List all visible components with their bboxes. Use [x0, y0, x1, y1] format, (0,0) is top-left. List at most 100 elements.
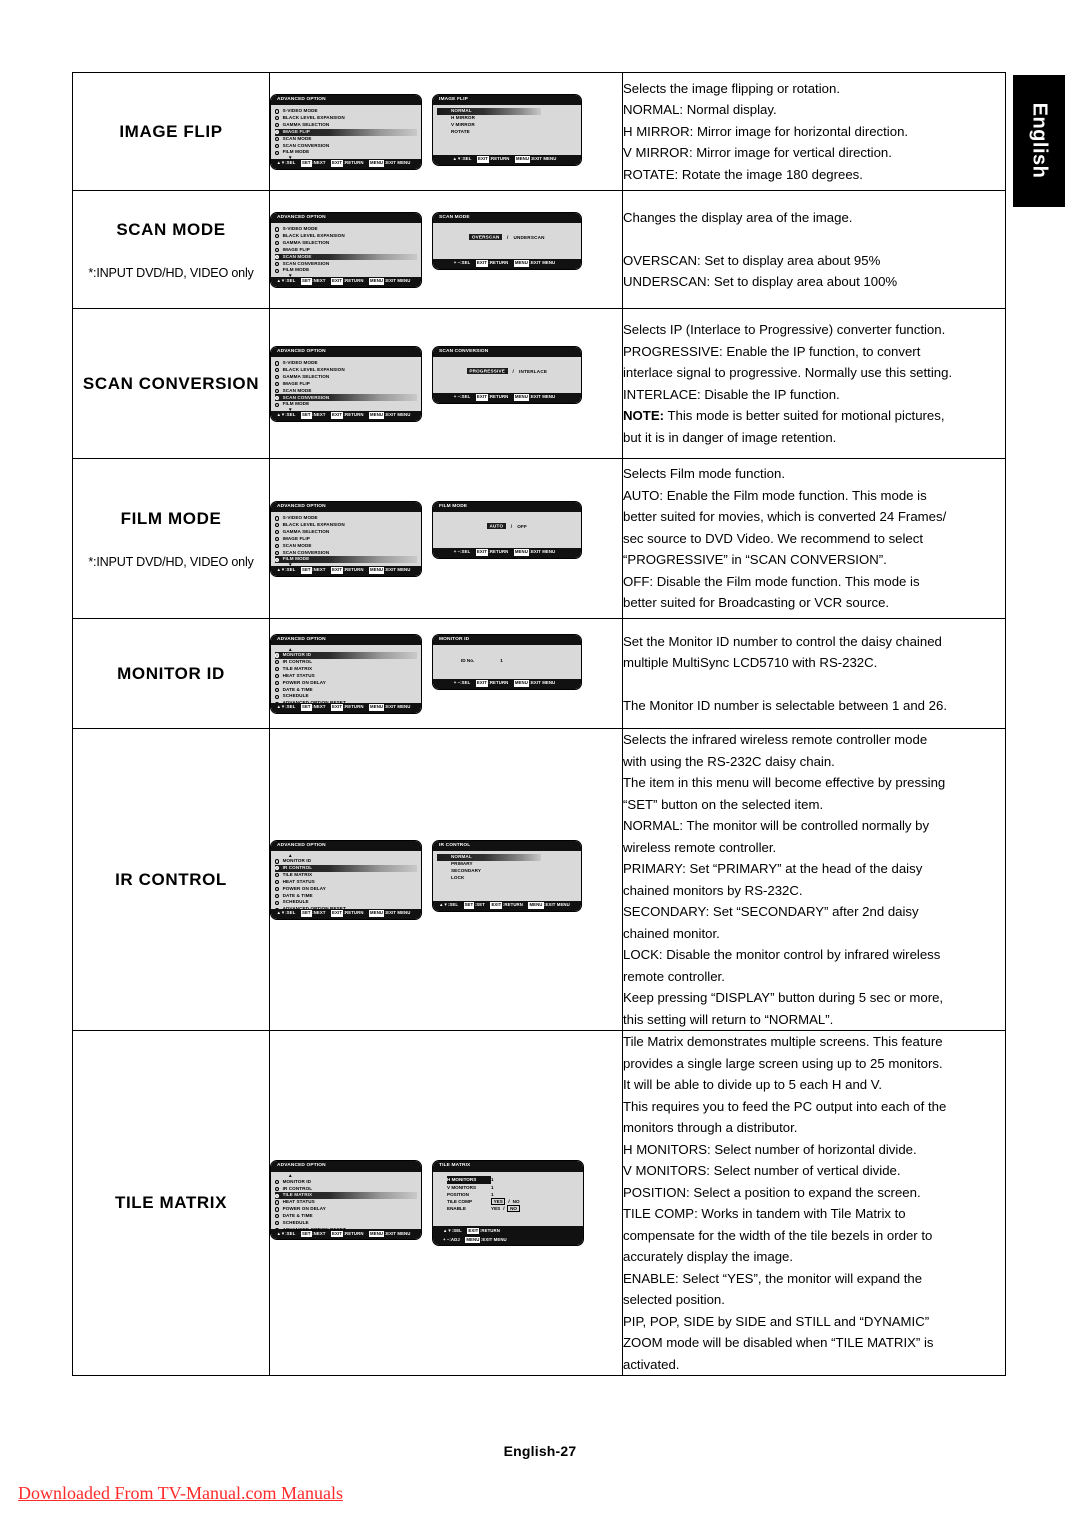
- menu-item-image-flip[interactable]: IMAGE FLIP: [275, 128, 417, 136]
- submenu-option-primary[interactable]: PRIMARY: [437, 861, 577, 868]
- menu-item-black-level-expansion[interactable]: BLACK LEVEL EXPANSION: [275, 233, 417, 240]
- tile-row-v-monitors[interactable]: V MONITORS 1: [447, 1184, 579, 1191]
- choice-option-progressive[interactable]: PROGRESSIVE: [466, 368, 508, 375]
- submenu-film-mode[interactable]: FILM MODE AUTO / OFF + –:SEL EXIT:RETURN MENU:…: [432, 500, 582, 559]
- function-title: SCAN MODE: [116, 219, 226, 239]
- menu-item-label: POWER ON DELAY: [282, 679, 326, 685]
- osd-footer: + –:ADJ MENU:EXIT MENU: [433, 1235, 583, 1245]
- menu-item-image-flip[interactable]: IMAGE FLIP: [275, 247, 417, 254]
- choice-option-underscan[interactable]: UNDERSCAN: [513, 235, 544, 240]
- menu-item-image-flip[interactable]: IMAGE FLIP: [275, 381, 417, 388]
- menu-item-monitor-id[interactable]: MONITOR ID: [275, 1178, 417, 1185]
- menu-item-scan-conversion[interactable]: SCAN CONVERSION: [275, 260, 417, 267]
- menu-item-power-on-delay[interactable]: POWER ON DELAY: [275, 1206, 417, 1213]
- menu-item-heat-status[interactable]: HEAT STATUS: [275, 1199, 417, 1206]
- menu-item-film-mode[interactable]: FILM MODE: [275, 556, 417, 564]
- menu-item-ir-control[interactable]: IR CONTROL: [275, 1185, 417, 1192]
- tile-option-no[interactable]: NO: [513, 1198, 520, 1205]
- menu-item-tile-matrix[interactable]: TILE MATRIX: [275, 1192, 417, 1200]
- submenu-scan-mode[interactable]: SCAN MODE OVERSCAN / UNDERSCAN + –:SEL EXIT:R…: [432, 211, 582, 270]
- submenu-option-v-mirror[interactable]: V MIRROR: [437, 122, 577, 129]
- menu-item-scan-mode[interactable]: SCAN MODE: [275, 253, 417, 261]
- submenu-tile-matrix[interactable]: TILE MATRIX H MONITORS 1 V MONITORS 1 POSITIO…: [432, 1160, 584, 1246]
- radio-icon: [275, 123, 280, 128]
- tile-option-yes[interactable]: YES: [491, 1205, 500, 1212]
- submenu-monitor-id[interactable]: MONITOR ID ID No. 1 + –:SEL EXIT:RETURN MENU:…: [432, 633, 582, 690]
- menu-item-gamma-selection[interactable]: GAMMA SELECTION: [275, 122, 417, 129]
- menu-item-black-level-expansion[interactable]: BLACK LEVEL EXPANSION: [275, 522, 417, 529]
- submenu-option-rotate[interactable]: ROTATE: [437, 129, 577, 136]
- monitor-id-label: ID No.: [461, 657, 475, 663]
- menu-item-film-mode[interactable]: FILM MODE: [275, 149, 417, 156]
- menu-item-schedule[interactable]: SCHEDULE: [275, 899, 417, 906]
- osd-key-glyph: MENU: [513, 680, 529, 687]
- menu-item-heat-status[interactable]: HEAT STATUS: [275, 673, 417, 680]
- menu-item-s-video-mode[interactable]: S-VIDEO MODE: [275, 360, 417, 367]
- tile-row-h-monitors[interactable]: H MONITORS 1: [447, 1176, 579, 1184]
- advanced-option-menu[interactable]: ADVANCED OPTION S-VIDEO MODE BLACK LEVEL E…: [270, 345, 422, 422]
- menu-item-tile-matrix[interactable]: TILE MATRIX: [275, 666, 417, 673]
- menu-item-ir-control[interactable]: IR CONTROL: [275, 659, 417, 666]
- menu-item-scan-mode[interactable]: SCAN MODE: [275, 388, 417, 395]
- menu-item-scan-mode[interactable]: SCAN MODE: [275, 543, 417, 550]
- tile-row-tile-comp[interactable]: TILE COMP YES / NO: [447, 1197, 579, 1205]
- menu-item-gamma-selection[interactable]: GAMMA SELECTION: [275, 374, 417, 381]
- osd-body: S-VIDEO MODE BLACK LEVEL EXPANSION GAMMA S…: [271, 105, 421, 162]
- menu-item-film-mode[interactable]: FILM MODE: [275, 401, 417, 408]
- osd-pair: ADVANCED OPTION S-VIDEO MODE BLACK LEVEL E…: [270, 93, 622, 170]
- menu-item-ir-control[interactable]: IR CONTROL: [275, 864, 417, 872]
- menu-item-gamma-selection[interactable]: GAMMA SELECTION: [275, 529, 417, 536]
- menu-item-black-level-expansion[interactable]: BLACK LEVEL EXPANSION: [275, 367, 417, 374]
- tile-option-no[interactable]: NO: [507, 1204, 520, 1212]
- description-line: sec source to DVD Video. We recommend to…: [623, 530, 924, 546]
- menu-item-s-video-mode[interactable]: S-VIDEO MODE: [275, 108, 417, 115]
- menu-item-date-time[interactable]: DATE & TIME: [275, 1213, 417, 1220]
- monitor-id-row[interactable]: ID No. 1: [437, 648, 577, 665]
- menu-item-scan-conversion[interactable]: SCAN CONVERSION: [275, 394, 417, 402]
- menu-item-s-video-mode[interactable]: S-VIDEO MODE: [275, 226, 417, 233]
- menu-item-scan-mode[interactable]: SCAN MODE: [275, 136, 417, 143]
- choice-option-auto[interactable]: AUTO: [486, 523, 506, 530]
- submenu-option-h-mirror[interactable]: H MIRROR: [437, 115, 577, 122]
- menu-item-black-level-expansion[interactable]: BLACK LEVEL EXPANSION: [275, 115, 417, 122]
- advanced-option-menu[interactable]: ADVANCED OPTION S-VIDEO MODE BLACK LEVEL E…: [270, 500, 422, 577]
- menu-item-label: HEAT STATUS: [282, 1199, 315, 1205]
- submenu-image-flip[interactable]: IMAGE FLIP NORMAL H MIRROR V MIRROR ROTATE ▲▼…: [432, 93, 582, 166]
- osd-key-glyph: SET: [300, 412, 312, 419]
- advanced-option-menu[interactable]: ADVANCED OPTION ▴ MONITOR ID IR CONTROL TILE…: [270, 633, 422, 714]
- menu-item-power-on-delay[interactable]: POWER ON DELAY: [275, 680, 417, 687]
- menu-item-gamma-selection[interactable]: GAMMA SELECTION: [275, 240, 417, 247]
- menu-item-monitor-id[interactable]: MONITOR ID: [275, 858, 417, 865]
- advanced-option-menu[interactable]: ADVANCED OPTION ▴ MONITOR ID IR CONTROL TILE…: [270, 839, 422, 920]
- menu-item-schedule[interactable]: SCHEDULE: [275, 693, 417, 700]
- submenu-option-normal[interactable]: NORMAL: [437, 853, 541, 861]
- menu-item-tile-matrix[interactable]: TILE MATRIX: [275, 872, 417, 879]
- menu-item-date-time[interactable]: DATE & TIME: [275, 686, 417, 693]
- menu-item-scan-conversion[interactable]: SCAN CONVERSION: [275, 549, 417, 556]
- menu-item-scan-conversion[interactable]: SCAN CONVERSION: [275, 142, 417, 149]
- advanced-option-menu[interactable]: ADVANCED OPTION S-VIDEO MODE BLACK LEVEL E…: [270, 93, 422, 170]
- menu-item-date-time[interactable]: DATE & TIME: [275, 892, 417, 899]
- submenu-option-lock[interactable]: LOCK: [437, 875, 577, 882]
- tile-row-enable[interactable]: ENABLE YES / NO: [447, 1204, 579, 1212]
- submenu-option-secondary[interactable]: SECONDARY: [437, 868, 577, 875]
- submenu-ir-control[interactable]: IR CONTROL NORMAL PRIMARY SECONDARY LOCK ▲▼:S…: [432, 839, 582, 912]
- choice-option-off[interactable]: OFF: [517, 524, 527, 529]
- choice-option-interlace[interactable]: INTERLACE: [519, 369, 547, 374]
- tile-row-position[interactable]: POSITION 1: [447, 1191, 579, 1198]
- submenu-option-normal[interactable]: NORMAL: [437, 107, 541, 115]
- menu-item-power-on-delay[interactable]: POWER ON DELAY: [275, 886, 417, 893]
- watermark-link[interactable]: Downloaded From TV-Manual.com Manuals: [18, 1483, 343, 1504]
- osd-key-glyph: ▲▼: [276, 278, 286, 284]
- tile-option-yes[interactable]: YES: [491, 1197, 506, 1205]
- submenu-scan-conversion[interactable]: SCAN CONVERSION PROGRESSIVE / INTERLACE + –:…: [432, 345, 582, 404]
- menu-item-heat-status[interactable]: HEAT STATUS: [275, 879, 417, 886]
- menu-item-s-video-mode[interactable]: S-VIDEO MODE: [275, 515, 417, 522]
- menu-item-film-mode[interactable]: FILM MODE: [275, 267, 417, 274]
- menu-item-schedule[interactable]: SCHEDULE: [275, 1220, 417, 1227]
- menu-item-monitor-id[interactable]: MONITOR ID: [275, 651, 417, 659]
- advanced-option-menu[interactable]: ADVANCED OPTION ▴ MONITOR ID IR CONTROL TILE…: [270, 1160, 422, 1240]
- choice-option-overscan[interactable]: OVERSCAN: [469, 234, 502, 241]
- advanced-option-menu[interactable]: ADVANCED OPTION S-VIDEO MODE BLACK LEVEL E…: [270, 211, 422, 288]
- menu-item-image-flip[interactable]: IMAGE FLIP: [275, 536, 417, 543]
